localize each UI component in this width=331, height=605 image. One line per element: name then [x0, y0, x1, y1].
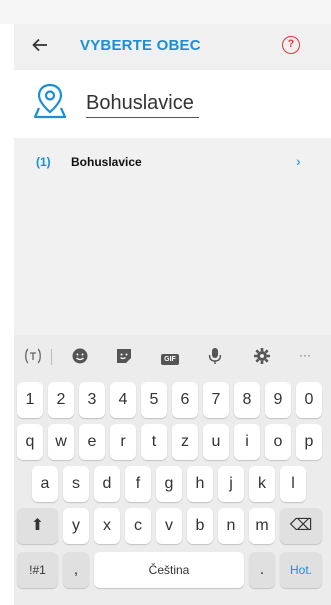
keyboard-toolbar: GIF ···: [14, 335, 331, 377]
arrow-left-icon[interactable]: [31, 36, 49, 54]
key[interactable]: l: [280, 466, 306, 502]
key[interactable]: 7: [203, 382, 229, 418]
period-key[interactable]: .: [249, 552, 275, 588]
key[interactable]: 4: [110, 382, 136, 418]
results-list: (1) Bohuslavice ›: [14, 138, 331, 335]
key[interactable]: f: [125, 466, 151, 502]
result-index: (1): [36, 155, 51, 169]
key[interactable]: n: [218, 508, 244, 544]
status-bar: [0, 0, 331, 24]
page-title: VYBERTE OBEC: [80, 37, 201, 54]
key[interactable]: w: [48, 424, 74, 460]
key[interactable]: 0: [296, 382, 322, 418]
key[interactable]: m: [249, 508, 275, 544]
key[interactable]: h: [187, 466, 213, 502]
key[interactable]: 6: [172, 382, 198, 418]
key[interactable]: o: [265, 424, 291, 460]
key[interactable]: 8: [234, 382, 260, 418]
symbols-key[interactable]: !#1: [17, 552, 58, 588]
key[interactable]: i: [234, 424, 260, 460]
app-header: VYBERTE OBEC ?: [14, 24, 331, 70]
key[interactable]: d: [94, 466, 120, 502]
key[interactable]: s: [63, 466, 89, 502]
comma-key[interactable]: ,: [63, 552, 89, 588]
key[interactable]: k: [249, 466, 275, 502]
more-icon[interactable]: ···: [294, 348, 316, 362]
key[interactable]: r: [110, 424, 136, 460]
key[interactable]: e: [79, 424, 105, 460]
key[interactable]: 9: [265, 382, 291, 418]
text-translate-icon[interactable]: [22, 347, 44, 368]
gear-icon[interactable]: [251, 347, 273, 368]
toolbar-divider: [51, 349, 52, 365]
map-pin-icon: [33, 82, 67, 125]
key[interactable]: x: [94, 508, 120, 544]
key[interactable]: a: [32, 466, 58, 502]
key[interactable]: c: [125, 508, 151, 544]
emoji-icon[interactable]: [69, 347, 91, 368]
search-input[interactable]: Bohuslavice: [86, 92, 199, 118]
shift-key[interactable]: ⬆: [17, 508, 58, 544]
result-name: Bohuslavice: [71, 155, 142, 169]
question-circle-icon[interactable]: ?: [282, 36, 300, 54]
mic-icon[interactable]: [204, 347, 226, 368]
key[interactable]: b: [187, 508, 213, 544]
key[interactable]: v: [156, 508, 182, 544]
key[interactable]: g: [156, 466, 182, 502]
key[interactable]: 1: [17, 382, 43, 418]
enter-key[interactable]: Hot.: [280, 552, 322, 588]
key[interactable]: p: [296, 424, 322, 460]
key[interactable]: 2: [48, 382, 74, 418]
space-key[interactable]: Čeština: [94, 552, 244, 588]
gif-icon[interactable]: GIF: [159, 349, 181, 365]
key[interactable]: z: [172, 424, 198, 460]
key[interactable]: j: [218, 466, 244, 502]
chevron-right-icon: ›: [296, 153, 301, 169]
key[interactable]: u: [203, 424, 229, 460]
sticker-icon[interactable]: [113, 347, 135, 368]
search-row: Bohuslavice: [0, 70, 331, 138]
key[interactable]: q: [17, 424, 43, 460]
keyboard: GIF ··· 1 2 3 4 5 6 7 8 9 0 q w e r t z …: [14, 335, 331, 605]
list-item[interactable]: (1) Bohuslavice ›: [14, 146, 331, 178]
key[interactable]: 3: [79, 382, 105, 418]
key[interactable]: 5: [141, 382, 167, 418]
backspace-key[interactable]: ⌫: [280, 508, 322, 544]
key[interactable]: t: [141, 424, 167, 460]
key[interactable]: y: [63, 508, 89, 544]
